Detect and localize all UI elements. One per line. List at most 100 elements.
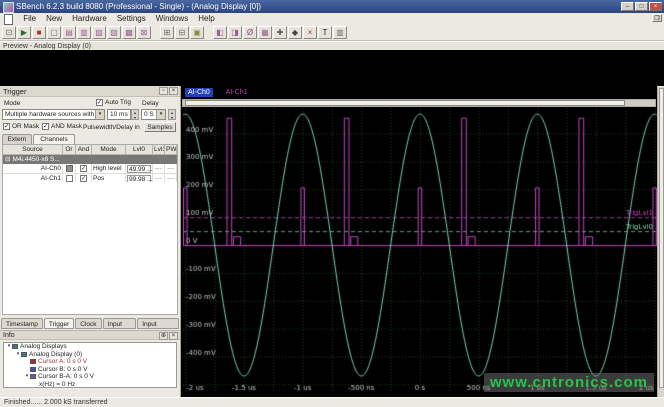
column-header-lvl1[interactable]: Lvl1 <box>153 145 165 155</box>
toolbar-button[interactable]: ▩ <box>122 26 136 39</box>
toolbar-button[interactable]: ▶ <box>17 26 31 39</box>
settings-tab-timestamp[interactable]: Timestamp <box>1 318 43 329</box>
toolbar-button[interactable]: ⊟ <box>175 26 189 39</box>
channel-chip-ai-ch0[interactable]: AI-Ch0 <box>185 88 213 97</box>
waveform-canvas[interactable] <box>183 108 657 393</box>
vertical-scrollbar[interactable] <box>657 87 664 397</box>
maximize-button[interactable]: □ <box>635 2 648 11</box>
column-header-or[interactable]: Or <box>63 145 76 155</box>
table-group-row[interactable]: ⊟ M4i.4450-x8 S... <box>3 155 177 164</box>
toolbar-button[interactable]: T <box>318 26 332 39</box>
analog-display-icon: ▤ <box>65 28 73 37</box>
info-tree: ▾ Analog Displays ▾ Analog Display (0) Curso… <box>3 342 177 388</box>
horizontal-scrollbar[interactable] <box>182 99 656 107</box>
start-icon: ▶ <box>20 28 28 37</box>
tab-extern[interactable]: Extern <box>2 134 32 144</box>
collapse-icon[interactable]: ⊟ <box>3 155 12 164</box>
digital-display-icon: ▥ <box>80 28 88 37</box>
table-row[interactable]: AI-Ch0 ✓ High level 49.99 ... --- --- <box>3 164 177 174</box>
toolbar-button[interactable]: ▧ <box>92 26 106 39</box>
record-icon: ■ <box>36 28 42 37</box>
minimize-button[interactable]: – <box>621 2 634 11</box>
toolbar-button[interactable]: ◨ <box>228 26 242 39</box>
tree-node-icon <box>30 374 36 380</box>
settings-tab-input-channels[interactable]: Input Channels <box>137 318 179 339</box>
tree-item[interactable]: Cursor B: 0 s 0 V <box>4 366 176 374</box>
settings-tab-clock[interactable]: Clock <box>75 318 102 329</box>
tree-item[interactable]: ▾ Cursor B-A: 0 s 0 V <box>4 373 176 381</box>
delay-spinner[interactable]: ▴ ▾ <box>168 109 176 120</box>
toolbar-button[interactable]: Ø <box>243 26 257 39</box>
tree-item[interactable]: ▾ Analog Display (0) <box>4 351 176 359</box>
status-text: Finished...... 2.000 kS transferred <box>4 399 108 406</box>
or-mask-checkbox[interactable]: ✓ OR Mask <box>3 123 39 130</box>
menu-item-windows[interactable]: Windows <box>151 13 193 25</box>
channel-chip-ai-ch1[interactable]: AI-Ch1 <box>223 88 251 97</box>
and-checkbox[interactable]: ✓ <box>80 165 87 172</box>
mode-cell[interactable]: High level <box>92 164 126 174</box>
column-header-source[interactable]: Source <box>3 145 63 155</box>
or-mask-label: OR Mask <box>12 123 40 130</box>
vertical-scrollbar-thumb[interactable] <box>659 88 664 388</box>
close-panel-icon[interactable]: × <box>169 332 178 340</box>
toolbar-button[interactable]: ◧ <box>213 26 227 39</box>
toolbar-button[interactable]: ▥ <box>77 26 91 39</box>
tree-item[interactable]: Cursor A: 0 s 0 V <box>4 358 176 366</box>
chevron-down-icon[interactable]: ▾ <box>95 110 104 119</box>
toolbar-button[interactable]: ▦ <box>258 26 272 39</box>
lvl0-value[interactable]: 49.99 ... <box>127 165 152 173</box>
toolbar-button[interactable]: ▤ <box>62 26 76 39</box>
toolbar-button[interactable]: ▥ <box>333 26 347 39</box>
tree-node-icon <box>12 344 18 350</box>
toolbar-button[interactable]: ✚ <box>273 26 287 39</box>
or-checkbox[interactable] <box>65 175 73 182</box>
menu-item-hardware[interactable]: Hardware <box>67 13 112 25</box>
display-window-icon: ▢ <box>50 28 58 37</box>
column-header-mode[interactable]: Mode <box>92 145 126 155</box>
delay-select[interactable]: 0 S ▾ <box>141 109 166 120</box>
toolbar-button[interactable]: ⊞ <box>160 26 174 39</box>
zoom-out-icon: ⊟ <box>178 28 186 37</box>
toolbar-button[interactable]: ▨ <box>107 26 121 39</box>
toolbar-button[interactable]: ▣ <box>190 26 204 39</box>
toolbar-button[interactable]: ⊠ <box>137 26 151 39</box>
analog-display: AI-Ch0 AI-Ch1 www.cntronics.com <box>181 86 657 397</box>
toolbar-button[interactable]: ■ <box>32 26 46 39</box>
tree-node-label: Cursor A: 0 s 0 V <box>38 358 88 365</box>
tree-item[interactable]: x(Hz) = 0 Hz <box>4 381 176 388</box>
settings-tab-input-mode[interactable]: Input Mode <box>102 318 137 339</box>
trig-time-input[interactable]: 10 ms <box>107 109 131 120</box>
menu-item-file[interactable]: File <box>18 13 41 25</box>
and-cell[interactable]: ✓ <box>76 164 92 174</box>
toolbar-button[interactable]: ◆ <box>288 26 302 39</box>
pin-icon[interactable]: ⊕ <box>159 332 168 340</box>
preview-area[interactable] <box>0 50 664 86</box>
column-header-and[interactable]: And <box>76 145 92 155</box>
trigger-mode-select[interactable]: Multiple hardware sources with AND/OR ▾ <box>2 109 105 120</box>
mdi-restore-button[interactable]: ❐ <box>652 14 662 22</box>
close-panel-icon[interactable]: × <box>169 87 178 95</box>
float-panel-icon[interactable]: ▫ <box>159 87 168 95</box>
toolbar-button[interactable]: ⊡ <box>2 26 16 39</box>
toolbar-button[interactable]: ▢ <box>47 26 61 39</box>
group-row-label: M4i.4450-x8 S... <box>12 156 60 163</box>
tree-item[interactable]: ▾ Analog Displays <box>4 343 176 351</box>
and-mask-checkbox[interactable]: ✓ AND Mask <box>42 123 82 130</box>
menu-item-new[interactable]: New <box>41 13 67 25</box>
menu-item-settings[interactable]: Settings <box>112 13 151 25</box>
tab-channels[interactable]: Channels <box>33 134 75 144</box>
column-header-pw[interactable]: PW <box>165 145 177 155</box>
samples-button[interactable]: Samples <box>144 122 176 132</box>
toolbar-button[interactable]: × <box>303 26 317 39</box>
chevron-down-icon[interactable]: ▾ <box>156 110 165 119</box>
column-header-lvl0[interactable]: Lvl0 <box>126 145 153 155</box>
close-button[interactable]: × <box>649 2 662 11</box>
settings-tab-trigger[interactable]: Trigger <box>43 318 75 329</box>
menu-item-help[interactable]: Help <box>193 13 219 25</box>
or-cell[interactable] <box>63 164 76 174</box>
horizontal-scrollbar-thumb[interactable] <box>185 100 625 106</box>
auto-trig-checkbox[interactable]: ✓ Auto Trig <box>96 99 131 106</box>
lvl0-cell[interactable]: 49.99 ... <box>126 164 153 174</box>
and-checkbox[interactable]: ✓ <box>80 175 87 182</box>
trig-time-spinner[interactable]: ▴ ▾ <box>131 109 139 120</box>
